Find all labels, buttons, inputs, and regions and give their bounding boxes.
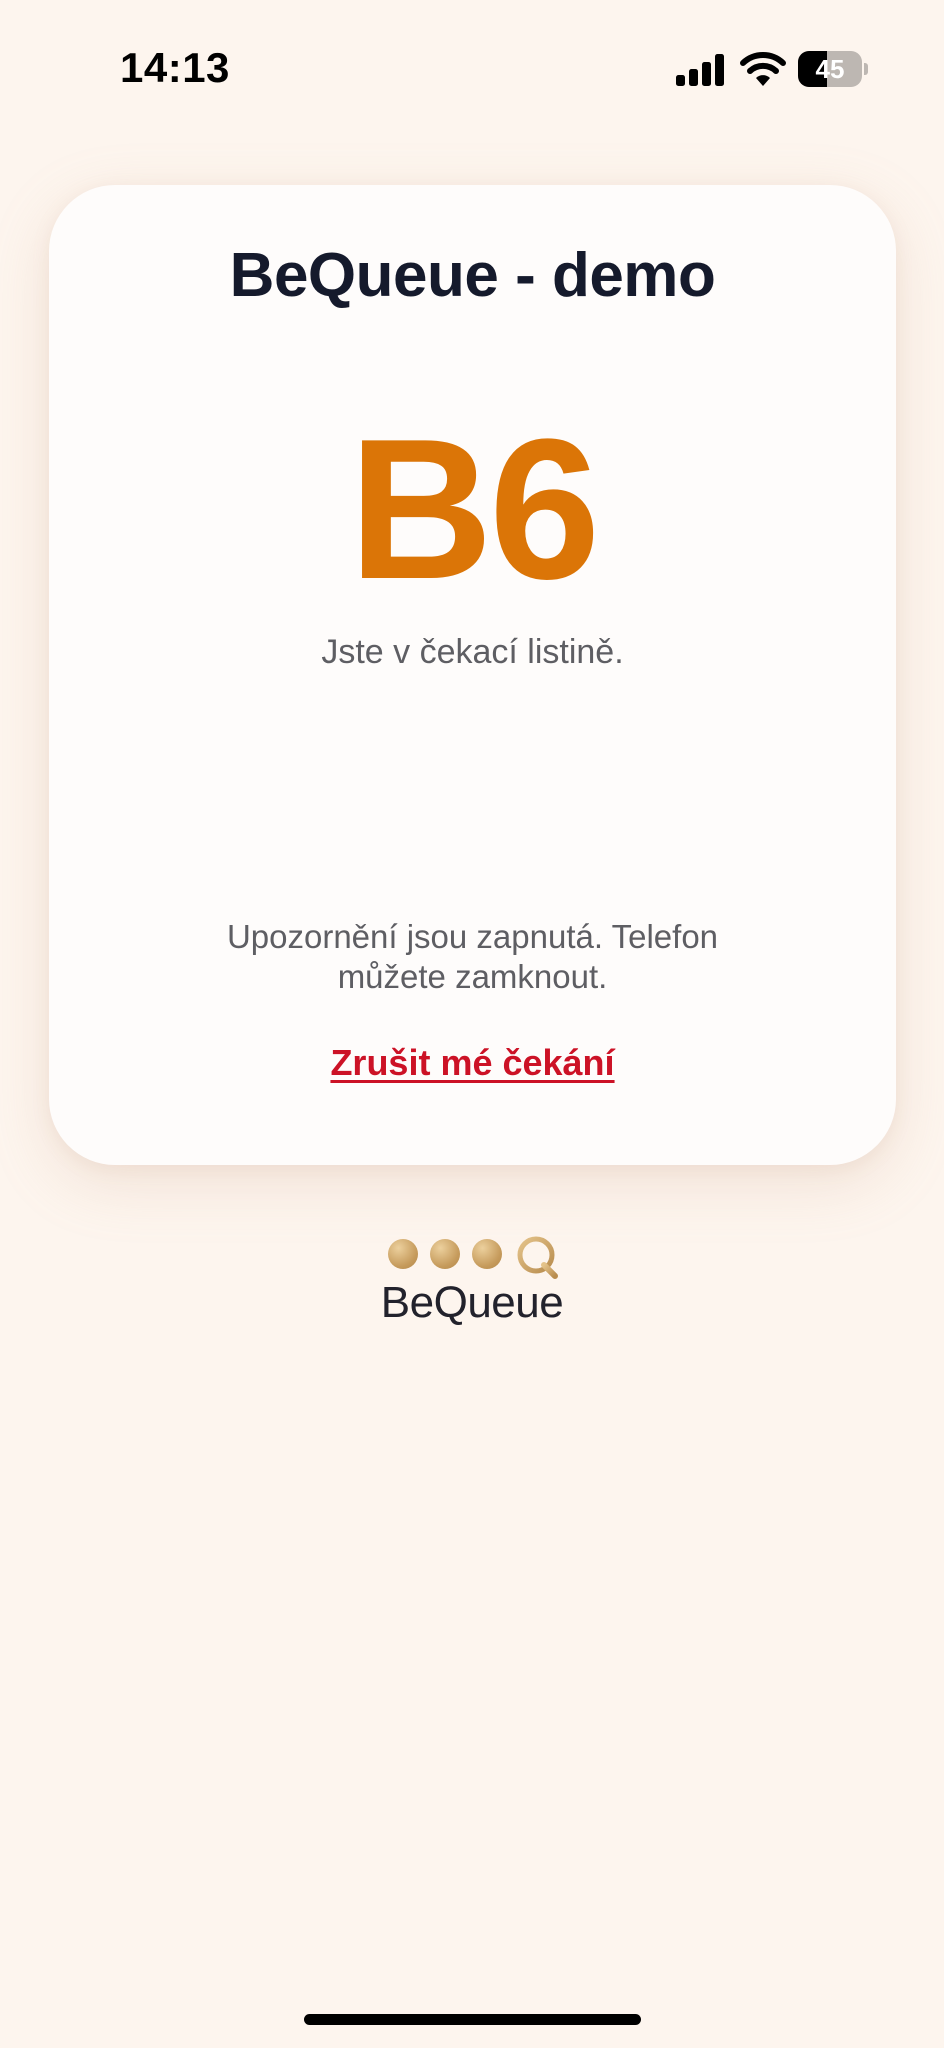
battery-tip [864,63,868,75]
notification-notice-text: Upozornění jsou zapnutá. Telefon můžete … [226,918,719,995]
battery-level-text: 45 [815,54,845,84]
queue-card: BeQueue - demo B6 Jste v čekací listině.… [49,185,896,1165]
logo-mark [388,1233,564,1279]
cancel-waiting-link[interactable]: Zrušit mé čekání [49,1042,896,1084]
logo-q-icon [517,1236,558,1279]
signal-icon [676,54,724,86]
bequeue-logo: BeQueue [372,1233,572,1333]
logo-dot-icon [472,1239,502,1269]
card-title: BeQueue - demo [229,241,716,310]
ticket-number: B6 [348,398,601,621]
battery-icon: 45 [798,51,868,87]
wifi-icon [740,52,786,86]
status-time: 14:13 [120,44,230,91]
waiting-status-text: Jste v čekací listině. [321,633,624,671]
status-bar: 14:13 45 [0,0,944,140]
logo-dot-icon [430,1239,460,1269]
battery-body: 45 [798,51,862,87]
home-indicator[interactable] [304,2014,641,2025]
logo-text: BeQueue [380,1278,564,1327]
logo-dot-icon [388,1239,418,1269]
